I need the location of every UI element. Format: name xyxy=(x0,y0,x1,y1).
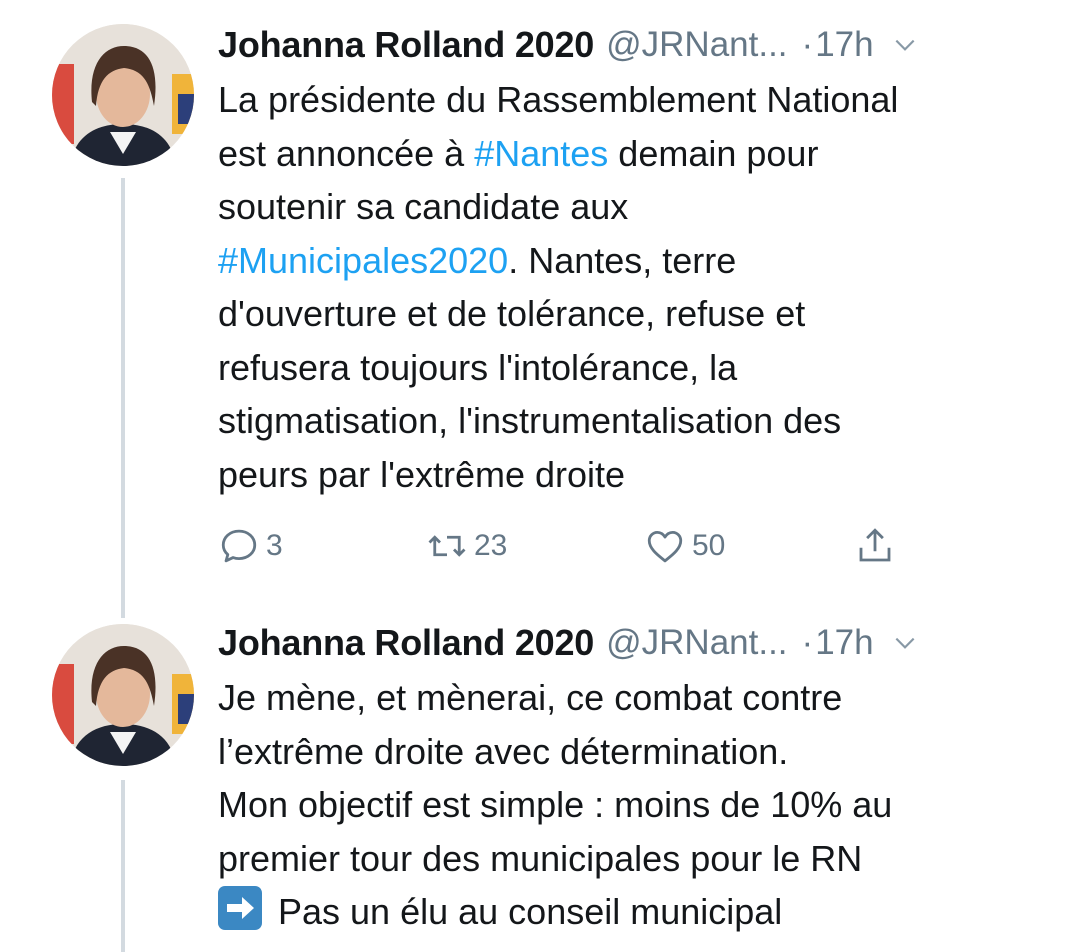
tweet-line: La présidente du Rassemblement National xyxy=(218,79,899,120)
tweet-line: premier tour des municipales pour le RN xyxy=(218,837,863,879)
like-count: 50 xyxy=(692,529,726,562)
hashtag-link[interactable]: #Nantes xyxy=(474,133,608,174)
thread-line xyxy=(121,178,125,618)
hashtag-link[interactable]: #Municipales2020 xyxy=(218,240,508,281)
tweet-body: La présidente du Rassemblement National … xyxy=(218,73,1058,501)
reply-icon xyxy=(221,529,257,563)
chevron-down-icon[interactable] xyxy=(892,32,918,58)
tweet-line: soutenir sa candidate aux xyxy=(218,186,629,227)
tweet-line: Mon objectif est simple : moins de 10% a… xyxy=(218,784,893,825)
avatar[interactable] xyxy=(52,624,194,766)
tweet-line: stigmatisation, l'instrumentalisation de… xyxy=(218,400,842,441)
share-icon xyxy=(859,528,891,562)
share-button[interactable] xyxy=(854,522,896,570)
heart-icon xyxy=(647,530,683,563)
retweet-count: 23 xyxy=(474,529,508,562)
tweet-line: l’extrême droite avec détermination. xyxy=(218,730,789,772)
tweet-line: peurs par l'extrême droite xyxy=(218,453,626,495)
thread-line xyxy=(121,780,125,952)
tweet-line: est annoncée à #Nantes demain pour xyxy=(218,132,819,174)
retweet-button[interactable]: 23 xyxy=(426,522,507,570)
tweet-body: Je mène, et mènerai, ce combat contre l’… xyxy=(218,671,1058,939)
author-handle[interactable]: @JRNant... xyxy=(606,623,787,663)
tweet-line: d'ouverture et de tolérance, refuse et xyxy=(218,293,806,334)
author-handle[interactable]: @JRNant... xyxy=(606,25,787,65)
chevron-down-icon[interactable] xyxy=(892,630,918,656)
profile-photo xyxy=(52,24,194,166)
separator-dot: · xyxy=(801,623,814,662)
tweet-line: Je mène, et mènerai, ce combat contre xyxy=(218,677,843,718)
author-name[interactable]: Johanna Rolland 2020 xyxy=(218,622,594,664)
profile-photo xyxy=(52,624,194,766)
retweet-icon xyxy=(428,535,466,557)
reply-count: 3 xyxy=(266,529,283,562)
timestamp[interactable]: 17h xyxy=(815,25,873,65)
tweet-actions: 3 23 50 xyxy=(218,522,918,570)
timestamp[interactable]: 17h xyxy=(815,623,873,663)
author-name[interactable]: Johanna Rolland 2020 xyxy=(218,24,594,66)
reply-button[interactable]: 3 xyxy=(218,522,283,570)
tweet-line: Pas un élu au conseil municipal xyxy=(218,885,1058,939)
tweet-header: Johanna Rolland 2020 @JRNant... · 17h xyxy=(218,618,1038,668)
right-arrow-emoji xyxy=(218,886,262,930)
tweet-line: refusera toujours l'intolérance, la xyxy=(218,346,738,388)
avatar[interactable] xyxy=(52,24,194,166)
like-button[interactable]: 50 xyxy=(644,522,725,570)
tweet-header: Johanna Rolland 2020 @JRNant... · 17h xyxy=(218,20,1038,70)
tweet-line: #Municipales2020. Nantes, terre xyxy=(218,239,737,281)
separator-dot: · xyxy=(801,25,814,64)
